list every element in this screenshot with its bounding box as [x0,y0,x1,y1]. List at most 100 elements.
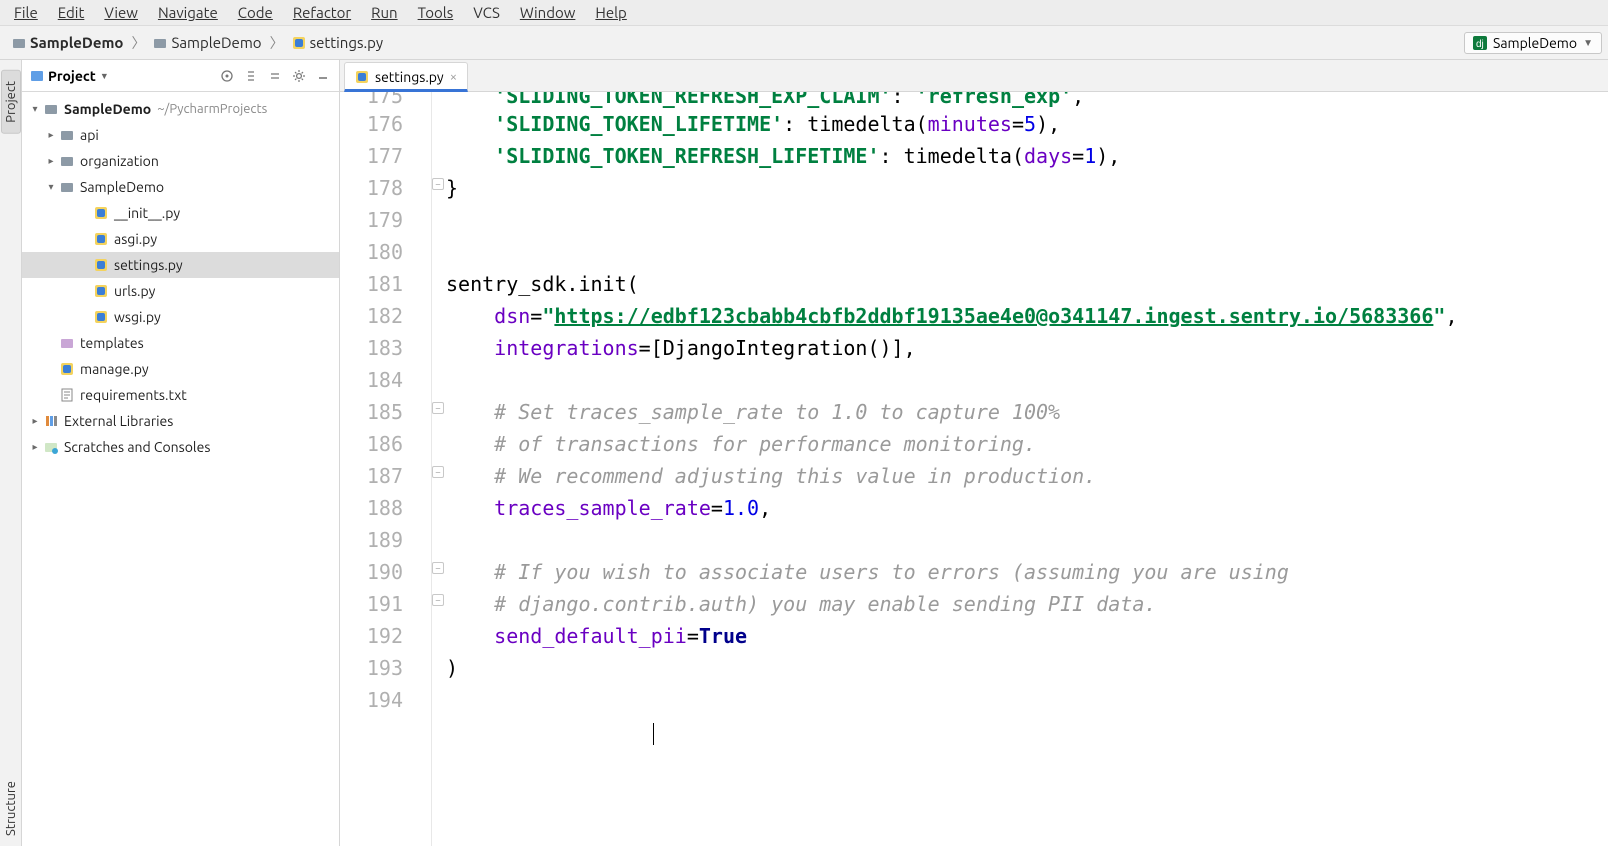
tree-file-urls[interactable]: urls.py [22,278,339,304]
line-number: 194 [340,684,403,716]
fold-marker[interactable]: – [432,178,444,190]
hide-panel-button[interactable] [311,64,335,88]
tree-file-asgi[interactable]: asgi.py [22,226,339,252]
line-number: 186 [340,428,403,460]
line-number: 188 [340,492,403,524]
breadcrumb-separator: 〉 [268,33,286,53]
breadcrumbs: SampleDemo 〉 SampleDemo 〉 settings.py [6,32,1464,53]
line-number: 177 [340,140,403,172]
python-file-icon [92,204,110,222]
chevron-down-icon[interactable]: ▾ [28,103,42,115]
menu-help[interactable]: Help [585,2,636,23]
fold-marker[interactable]: – [432,466,444,478]
python-file-icon [92,256,110,274]
line-number: 184 [340,364,403,396]
menu-run[interactable]: Run [361,2,407,23]
line-number: 187 [340,460,403,492]
menu-window[interactable]: Window [510,2,586,23]
tree-file-manage[interactable]: manage.py [22,356,339,382]
chevron-down-icon: ▼ [1583,37,1593,49]
tool-tab-project[interactable]: Project [1,70,21,134]
scratches-icon [42,438,60,456]
folder-icon [58,152,76,170]
menu-tools[interactable]: Tools [408,2,464,23]
line-number: 183 [340,332,403,364]
line-number: 182 [340,300,403,332]
menu-view[interactable]: View [94,2,148,23]
settings-gear-button[interactable] [287,64,311,88]
line-number: 181 [340,268,403,300]
chevron-right-icon[interactable]: ▸ [28,415,42,427]
close-icon[interactable]: × [450,70,457,84]
chevron-right-icon[interactable]: ▸ [44,155,58,167]
tree-file-settings[interactable]: settings.py [22,252,339,278]
text-file-icon [58,386,76,404]
line-number-gutter[interactable]: 1751761771781791801811821831841851861871… [340,92,432,846]
nav-bar: SampleDemo 〉 SampleDemo 〉 settings.py dj… [0,26,1608,60]
line-number: 178 [340,172,403,204]
tree-folder-templates[interactable]: templates [22,330,339,356]
tree-file-requirements[interactable]: requirements.txt [22,382,339,408]
breadcrumb-file[interactable]: settings.py [286,32,390,53]
tree-root[interactable]: ▾ SampleDemo ~/PycharmProjects [22,96,339,122]
code-editor[interactable]: 1751761771781791801811821831841851861871… [340,92,1608,846]
menu-file[interactable]: File [4,2,48,23]
line-number: 192 [340,620,403,652]
tree-folder-organization[interactable]: ▸ organization [22,148,339,174]
line-number: 175 [340,92,403,108]
breadcrumb-mid[interactable]: SampleDemo [147,32,267,53]
chevron-right-icon[interactable]: ▸ [44,129,58,141]
libraries-icon [42,412,60,430]
menu-edit[interactable]: Edit [48,2,95,23]
menu-navigate[interactable]: Navigate [148,2,228,23]
expand-all-button[interactable] [239,64,263,88]
breadcrumb-root[interactable]: SampleDemo [6,32,129,53]
folder-icon [58,334,76,352]
menu-code[interactable]: Code [228,2,283,23]
tree-folder-sampledemo[interactable]: ▾ SampleDemo [22,174,339,200]
tree-external-libraries[interactable]: ▸ External Libraries [22,408,339,434]
minimize-icon [316,69,330,83]
fold-marker[interactable]: – [432,402,444,414]
fold-marker[interactable]: – [432,594,444,606]
folder-icon [153,36,167,50]
tool-tab-structure[interactable]: Structure [2,771,20,846]
python-file-icon [92,308,110,326]
tree-file-init[interactable]: __init__.py [22,200,339,226]
python-file-icon [92,230,110,248]
menu-refactor[interactable]: Refactor [283,2,361,23]
breadcrumb-separator: 〉 [129,33,147,53]
line-number: 193 [340,652,403,684]
tree-file-wsgi[interactable]: wsgi.py [22,304,339,330]
fold-strip: – – – – – [432,92,446,846]
editor-tabs: settings.py × [340,60,1608,92]
editor-tab-settings[interactable]: settings.py × [344,62,468,92]
folder-icon [58,126,76,144]
project-header: Project ▼ [22,60,339,92]
python-file-icon [92,282,110,300]
run-config-selector[interactable]: dj SampleDemo ▼ [1464,32,1602,54]
python-file-icon [58,360,76,378]
collapse-all-button[interactable] [263,64,287,88]
project-tool-window: Project ▼ ▾ SampleDe [22,60,340,846]
text-cursor [653,723,654,745]
line-number: 185 [340,396,403,428]
menu-vcs[interactable]: VCS [463,2,510,23]
menu-bar: File Edit View Navigate Code Refactor Ru… [0,0,1608,26]
project-view-selector[interactable]: Project ▼ [30,68,109,84]
editor-area: settings.py × 17517617717817918018118218… [340,60,1608,846]
chevron-down-icon[interactable]: ▾ [44,181,58,193]
line-number: 176 [340,108,403,140]
project-tree[interactable]: ▾ SampleDemo ~/PycharmProjects ▸ api ▸ o… [22,92,339,464]
code-content[interactable]: 'SLIDING_TOKEN_REFRESH_EXP_CLAIM': 'refr… [432,92,1608,846]
chevron-down-icon: ▼ [100,71,109,81]
main-area: Project Structure Project ▼ [0,60,1608,846]
tree-folder-api[interactable]: ▸ api [22,122,339,148]
fold-marker[interactable]: – [432,562,444,574]
folder-icon [12,36,26,50]
python-file-icon [292,36,306,50]
tree-scratches[interactable]: ▸ Scratches and Consoles [22,434,339,460]
folder-icon [42,100,60,118]
chevron-right-icon[interactable]: ▸ [28,441,42,453]
locate-file-button[interactable] [215,64,239,88]
